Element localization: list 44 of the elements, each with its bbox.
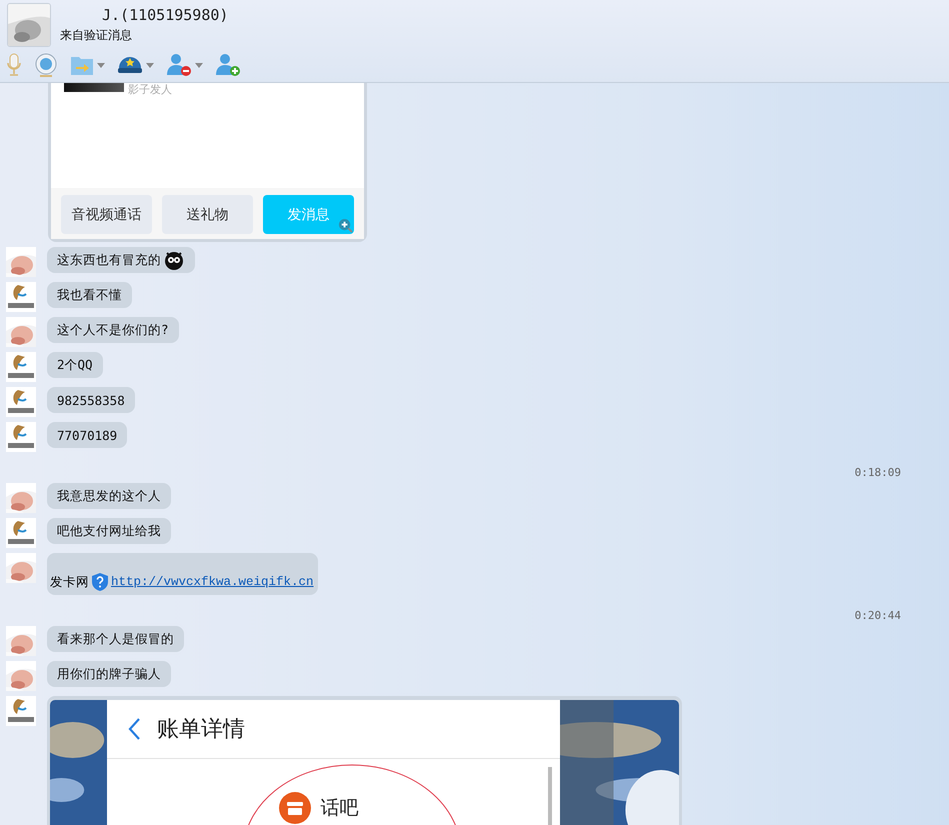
message-bubble: 我也看不懂 xyxy=(47,282,132,308)
url-link[interactable]: http://vwvcxfkwa.weiqifk.cn xyxy=(111,575,314,589)
message-bubble: 看来那个人是假冒的 xyxy=(47,626,184,652)
mic-tool-button[interactable] xyxy=(6,52,22,78)
message-bubble: 2个QQ xyxy=(47,352,103,378)
timestamp: 0:18:09 xyxy=(854,466,901,479)
contact-name: J.(1105195980) xyxy=(102,5,230,25)
remove-contact-icon xyxy=(166,53,192,77)
add-contact-icon xyxy=(215,53,241,77)
back-icon xyxy=(127,717,141,741)
screenshot-title: 账单详情 xyxy=(157,716,245,744)
message-bubble: 我意思发的这个人 xyxy=(47,483,171,509)
timestamp: 0:20:44 xyxy=(854,609,901,622)
message-text: 发卡网 xyxy=(50,574,89,590)
caret-icon xyxy=(195,62,203,68)
logo-avatar-icon[interactable] xyxy=(6,387,36,417)
message-bubble: 用你们的牌子骗人 xyxy=(47,661,171,687)
contact-source: 来自验证消息 xyxy=(60,27,133,44)
logo-avatar-icon[interactable] xyxy=(6,352,36,382)
message-bubble: 这个人不是你们的? xyxy=(47,317,179,343)
message-bubble: 这东西也有冒充的 xyxy=(47,247,195,273)
card-caption: 影子发人 xyxy=(128,83,172,97)
message-bubble: 吧他支付网址给我 xyxy=(47,518,171,544)
message-bubble: 77070189 xyxy=(47,422,128,448)
logo-avatar-icon[interactable] xyxy=(6,696,36,726)
shield-question-icon xyxy=(92,573,108,591)
logo-avatar-icon[interactable] xyxy=(6,518,36,548)
microphone-icon xyxy=(6,53,22,77)
card-button[interactable]: 送礼物 xyxy=(162,195,253,234)
remove-tool-button[interactable] xyxy=(166,52,203,78)
police-hat-icon xyxy=(117,54,143,76)
message-bubble: 982558358 xyxy=(47,387,135,413)
add-tool-button[interactable] xyxy=(215,52,241,78)
card-button[interactable]: 音视频通话 xyxy=(61,195,152,234)
zoom-in-icon xyxy=(338,218,353,233)
merchant-name: 话吧 xyxy=(320,796,358,820)
logo-avatar-icon[interactable] xyxy=(6,282,36,312)
caret-icon xyxy=(97,62,105,68)
webcam-icon xyxy=(34,53,58,77)
folder-arrow-icon xyxy=(70,54,94,76)
camera-tool-button[interactable] xyxy=(34,52,58,78)
logo-avatar-icon[interactable] xyxy=(6,422,36,452)
owl-emoji-icon xyxy=(163,249,185,271)
caret-icon xyxy=(146,62,154,68)
